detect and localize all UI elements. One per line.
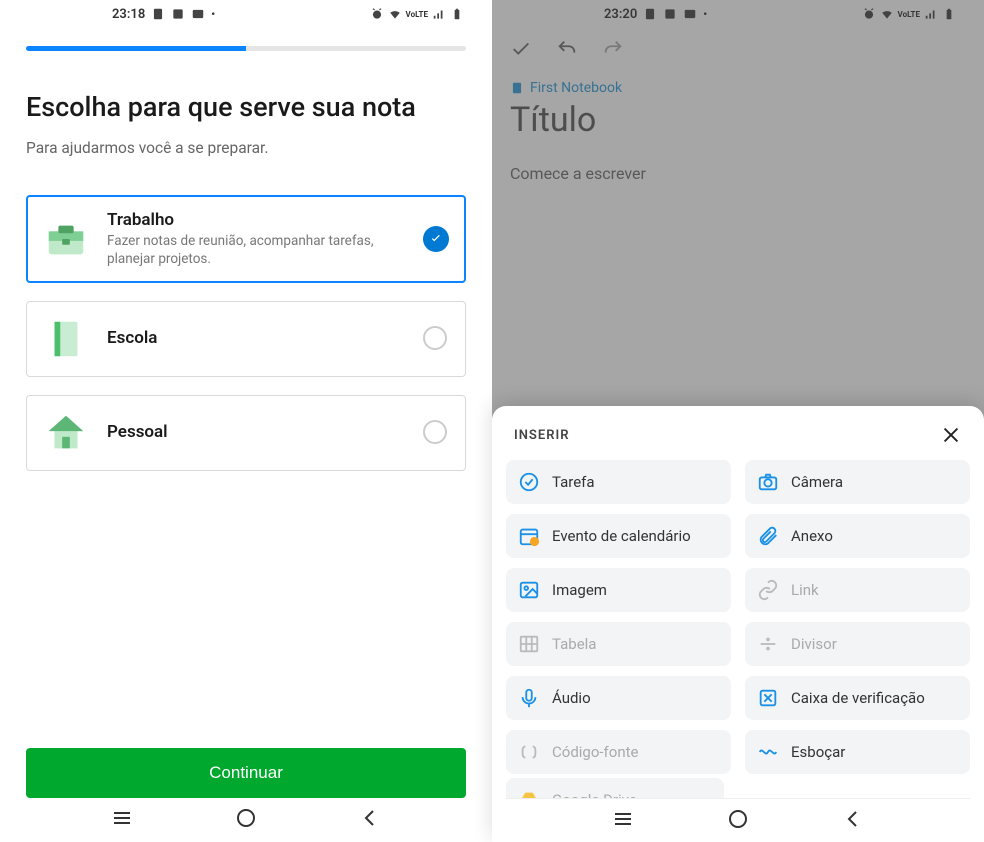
page-title: Escolha para que serve sua nota: [26, 91, 466, 125]
insert-link[interactable]: Link: [745, 568, 970, 612]
option-work-title: Trabalho: [107, 210, 405, 230]
insert-calendar-label: Evento de calendário: [552, 527, 691, 545]
nav-bar: [0, 798, 492, 842]
option-school[interactable]: Escola: [26, 301, 466, 377]
nav-recent-button[interactable]: [110, 806, 134, 830]
insert-audio[interactable]: Áudio: [506, 676, 731, 720]
insert-link-label: Link: [791, 581, 819, 599]
divider-icon: [757, 633, 779, 655]
insert-gdrive-label: Google Drive: [552, 791, 637, 798]
insert-options-grid: Tarefa Câmera Evento de calendário Anexo…: [506, 460, 970, 778]
status-bar: 23:18 • VoLTE: [0, 0, 492, 28]
notebook-icon: [43, 316, 89, 362]
progress-bar-wrap: [0, 28, 492, 51]
page-subtitle: Para ajudarmos você a se preparar.: [26, 139, 466, 157]
status-time: 23:18: [112, 7, 145, 22]
onboarding-screen: 23:18 • VoLTE Escolha para que serve sua…: [0, 0, 492, 842]
gdrive-icon: [518, 789, 540, 798]
check-icon: [423, 226, 449, 252]
status-app-icon: [171, 7, 185, 21]
insert-gdrive[interactable]: Google Drive: [506, 778, 724, 798]
check-circle-icon: [518, 471, 540, 493]
option-work[interactable]: Trabalho Fazer notas de reunião, acompan…: [26, 195, 466, 283]
wifi-icon: [388, 7, 402, 21]
table-icon: [518, 633, 540, 655]
status-image-icon: [191, 7, 205, 21]
nav-recent-button[interactable]: [611, 807, 635, 831]
insert-audio-label: Áudio: [552, 689, 591, 707]
insert-table[interactable]: Tabela: [506, 622, 731, 666]
radio-empty-icon: [423, 326, 447, 350]
battery-icon: [450, 7, 464, 21]
signal-icon: [432, 7, 446, 21]
briefcase-icon: [43, 216, 89, 262]
volte-icon: VoLTE: [406, 10, 428, 19]
image-icon: [518, 579, 540, 601]
nav-home-button[interactable]: [234, 806, 258, 830]
insert-task-label: Tarefa: [552, 473, 595, 491]
calendar-icon: [518, 525, 540, 547]
insert-camera[interactable]: Câmera: [745, 460, 970, 504]
option-personal-title: Pessoal: [107, 422, 405, 442]
insert-image[interactable]: Imagem: [506, 568, 731, 612]
code-icon: [518, 741, 540, 763]
insert-image-label: Imagem: [552, 581, 607, 599]
sheet-title: INSERIR: [514, 428, 569, 443]
insert-calendar[interactable]: Evento de calendário: [506, 514, 731, 558]
insert-table-label: Tabela: [552, 635, 596, 653]
insert-sketch[interactable]: Esboçar: [745, 730, 970, 774]
insert-code-label: Código-fonte: [552, 743, 638, 761]
insert-divider-label: Divisor: [791, 635, 837, 653]
insert-sheet-screen: 23:20 • VoLTE First Notebook Título: [492, 0, 984, 842]
nav-home-button[interactable]: [726, 807, 750, 831]
camera-icon: [757, 471, 779, 493]
status-more-icon: •: [211, 8, 215, 21]
close-icon[interactable]: [940, 424, 962, 446]
insert-attachment[interactable]: Anexo: [745, 514, 970, 558]
insert-attachment-label: Anexo: [791, 527, 833, 545]
checkbox-icon: [757, 687, 779, 709]
insert-task[interactable]: Tarefa: [506, 460, 731, 504]
option-work-desc: Fazer notas de reunião, acompanhar taref…: [107, 232, 405, 268]
insert-divider[interactable]: Divisor: [745, 622, 970, 666]
insert-bottom-sheet: INSERIR Tarefa Câmera Evento de calendár…: [492, 406, 984, 842]
alarm-icon: [370, 7, 384, 21]
option-personal[interactable]: Pessoal: [26, 395, 466, 471]
nav-back-button[interactable]: [358, 806, 382, 830]
mic-icon: [518, 687, 540, 709]
radio-empty-icon: [423, 420, 447, 444]
nav-back-button[interactable]: [841, 807, 865, 831]
insert-checkbox-label: Caixa de verificação: [791, 689, 925, 707]
sketch-icon: [757, 741, 779, 763]
continue-button[interactable]: Continuar: [26, 748, 466, 798]
house-icon: [43, 410, 89, 456]
nav-bar: [506, 798, 970, 842]
option-school-title: Escola: [107, 328, 405, 348]
paperclip-icon: [757, 525, 779, 547]
insert-code[interactable]: Código-fonte: [506, 730, 731, 774]
insert-sketch-label: Esboçar: [791, 743, 845, 761]
insert-camera-label: Câmera: [791, 473, 843, 491]
link-icon: [757, 579, 779, 601]
status-note-icon: [151, 7, 165, 21]
insert-checkbox[interactable]: Caixa de verificação: [745, 676, 970, 720]
